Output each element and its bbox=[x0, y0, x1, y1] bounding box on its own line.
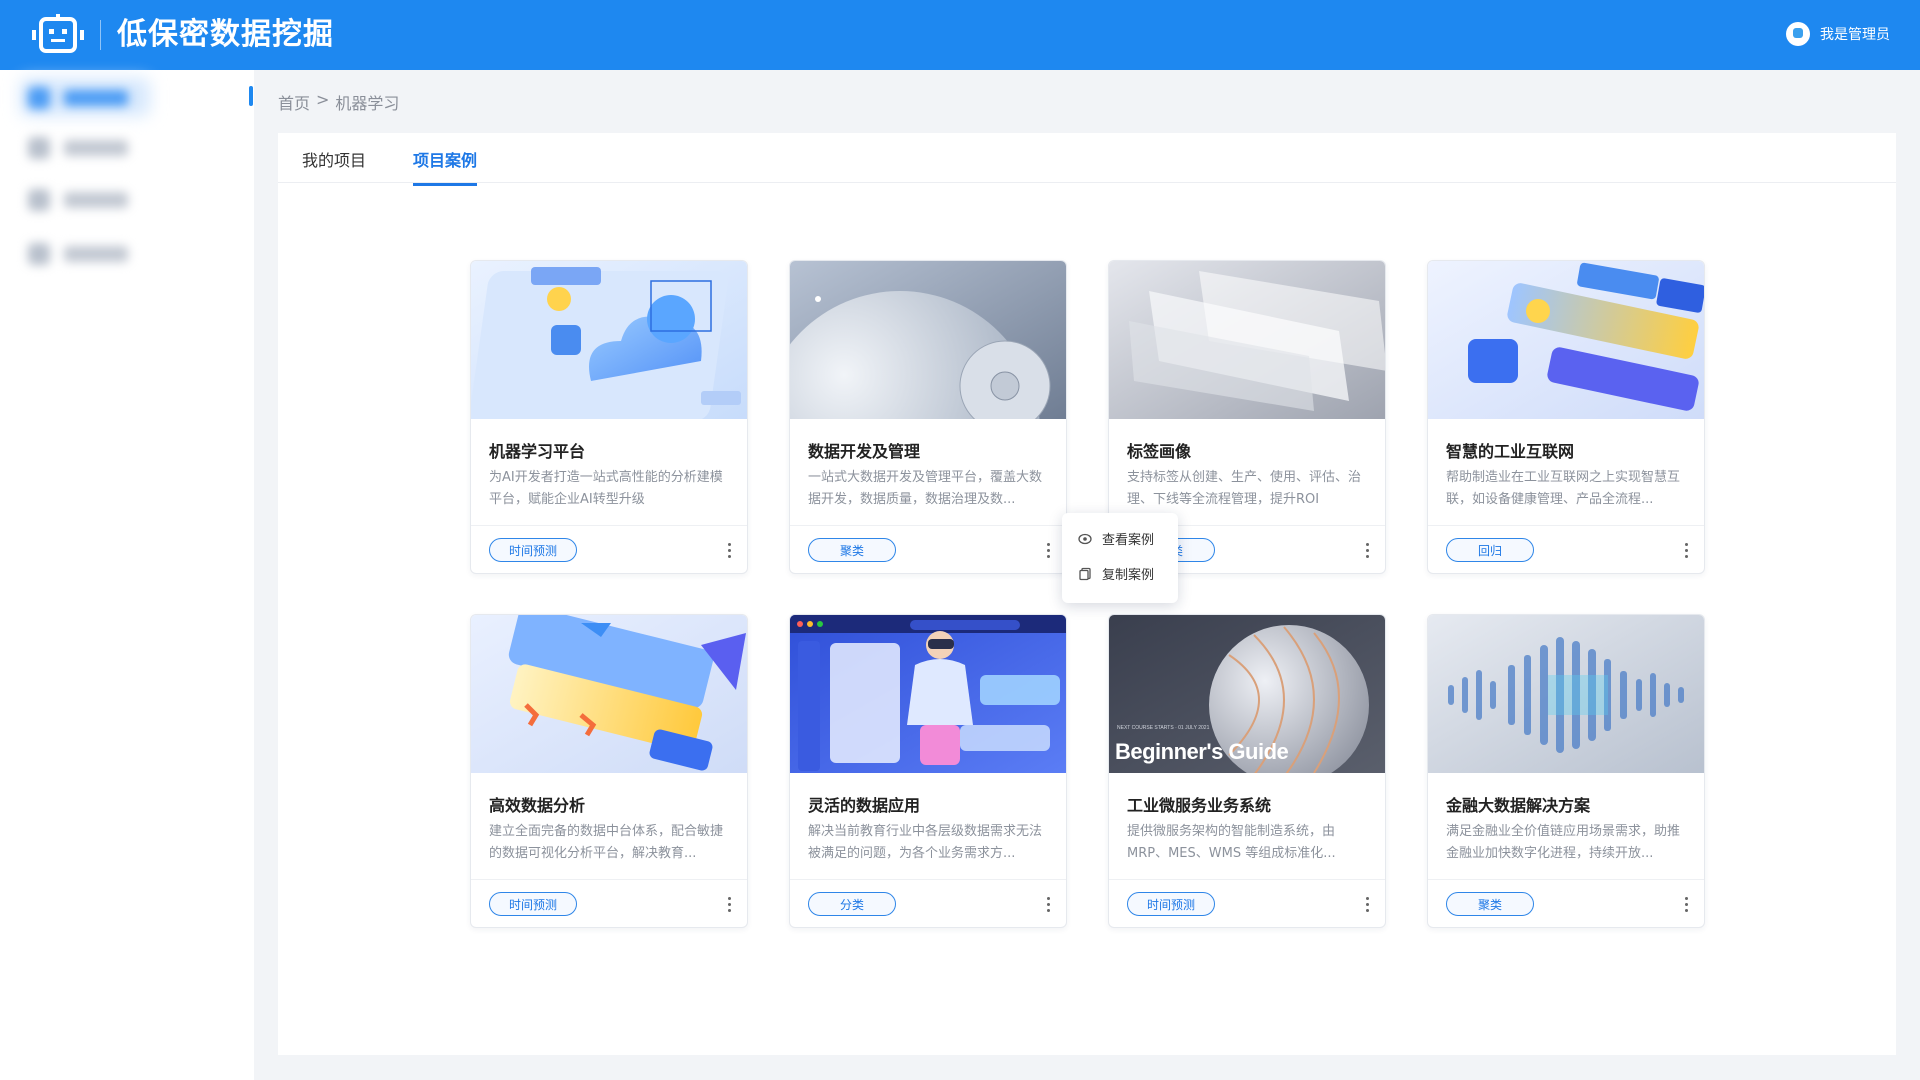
more-vertical-icon[interactable] bbox=[1680, 892, 1692, 916]
sidebar-item-3[interactable] bbox=[28, 188, 138, 212]
card-title: 标签画像 bbox=[1127, 442, 1192, 461]
card-tag: 聚类 bbox=[1446, 892, 1534, 916]
menu-item-view-case[interactable]: 查看案例 bbox=[1062, 521, 1178, 556]
breadcrumb-current: 机器学习 bbox=[335, 94, 400, 113]
more-vertical-icon[interactable] bbox=[1042, 538, 1054, 562]
sidebar-item-label bbox=[64, 246, 128, 262]
user-name[interactable]: 我是管理员 bbox=[1820, 24, 1890, 44]
card-description: 满足金融业全价值链应用场景需求，助推金融业加快数字化进程，持续开放... bbox=[1446, 824, 1681, 861]
breadcrumb-marker bbox=[249, 86, 253, 106]
robot-logo-icon bbox=[32, 14, 84, 53]
breadcrumb-separator: > bbox=[316, 90, 330, 109]
thumb-small-text: NEXT COURSE STARTS · 01 JULY 2021 bbox=[1117, 725, 1210, 731]
card-title: 机器学习平台 bbox=[489, 442, 586, 461]
card-footer: 聚类 bbox=[1428, 879, 1704, 927]
card-footer: 回归 bbox=[1428, 525, 1704, 573]
sidebar-item-1[interactable] bbox=[28, 86, 138, 110]
menu-item-label: 复制案例 bbox=[1102, 568, 1155, 583]
sidebar-item-label bbox=[64, 90, 128, 106]
music-ui-illustration-icon bbox=[1428, 261, 1704, 419]
case-card[interactable]: 灵活的数据应用 解决当前教育行业中各层级数据需求无法被满足的问题，为各个业务需求… bbox=[789, 614, 1067, 928]
user-menu[interactable]: 我是管理员 bbox=[1786, 22, 1890, 46]
app-title: 低保密数据挖掘 bbox=[117, 17, 334, 52]
copy-icon bbox=[1078, 567, 1092, 581]
top-bar: 低保密数据挖掘 我是管理员 bbox=[0, 0, 1920, 70]
more-vertical-icon[interactable] bbox=[1042, 892, 1054, 916]
card-footer: 时间预测 bbox=[471, 879, 747, 927]
case-card[interactable]: NEXT COURSE STARTS · 01 JULY 2021 Beginn… bbox=[1108, 614, 1386, 928]
card-description: 帮助制造业在工业互联网之上实现智慧互联，如设备健康管理、产品全流程... bbox=[1446, 470, 1681, 507]
more-vertical-icon[interactable] bbox=[723, 892, 735, 916]
breadcrumb: 首页 > 机器学习 bbox=[278, 90, 399, 114]
menu-item-copy-case[interactable]: 复制案例 bbox=[1062, 556, 1178, 591]
card-tag: 聚类 bbox=[808, 538, 896, 562]
case-card[interactable]: 高效数据分析 建立全面完备的数据中台体系，配合敏捷的数据可视化分析平台，解决教育… bbox=[470, 614, 748, 928]
card-description: 为AI开发者打造一站式高性能的分析建模平台，赋能企业AI转型升级 bbox=[489, 470, 723, 507]
card-tag: 时间预测 bbox=[489, 892, 577, 916]
eye-icon bbox=[1078, 532, 1092, 546]
case-card[interactable]: 金融大数据解决方案 满足金融业全价值链应用场景需求，助推金融业加快数字化进程，持… bbox=[1427, 614, 1705, 928]
card-description: 支持标签从创建、生产、使用、评估、治理、下线等全流程管理，提升ROI bbox=[1127, 470, 1362, 507]
glass-panels-illustration-icon bbox=[1109, 261, 1385, 419]
tab-bar: 我的项目 项目案例 bbox=[278, 133, 1896, 186]
tab-project-cases[interactable]: 项目案例 bbox=[413, 147, 478, 186]
vr-person-illustration-icon bbox=[790, 615, 1066, 773]
case-card[interactable]: 数据开发及管理 一站式大数据开发及管理平台，覆盖大数据开发，数据质量，数据治理及… bbox=[789, 260, 1067, 574]
tab-my-projects[interactable]: 我的项目 bbox=[302, 147, 366, 171]
card-tag: 时间预测 bbox=[1127, 892, 1215, 916]
thumb-caption: Beginner's Guide bbox=[1115, 739, 1289, 764]
card-title: 智慧的工业互联网 bbox=[1446, 442, 1575, 461]
sidebar-item-icon bbox=[28, 137, 50, 159]
card-title: 高效数据分析 bbox=[489, 796, 586, 815]
sidebar-item-icon bbox=[28, 189, 50, 211]
case-card[interactable]: 机器学习平台 为AI开发者打造一站式高性能的分析建模平台，赋能企业AI转型升级 … bbox=[470, 260, 748, 574]
card-title: 工业微服务业务系统 bbox=[1127, 796, 1272, 815]
avatar[interactable] bbox=[1786, 22, 1810, 46]
sidebar-item-icon bbox=[28, 243, 50, 265]
more-vertical-icon[interactable] bbox=[1361, 538, 1373, 562]
sidebar-item-icon bbox=[28, 87, 50, 109]
card-tag: 分类 bbox=[808, 892, 896, 916]
card-description: 一站式大数据开发及管理平台，覆盖大数据开发，数据质量，数据治理及数... bbox=[808, 470, 1043, 507]
more-vertical-icon[interactable] bbox=[723, 538, 735, 562]
menu-item-label: 查看案例 bbox=[1102, 533, 1155, 548]
analytics-illustration-icon bbox=[471, 615, 747, 773]
more-vertical-icon[interactable] bbox=[1361, 892, 1373, 916]
cloud-illustration-icon bbox=[471, 261, 747, 419]
card-context-menu: 查看案例 复制案例 bbox=[1062, 513, 1178, 603]
card-footer: 聚类 bbox=[790, 525, 1066, 573]
card-description: 提供微服务架构的智能制造系统，由MRP、MES、WMS 等组成标准化... bbox=[1127, 824, 1336, 861]
sidebar bbox=[0, 70, 254, 1080]
card-tag: 回归 bbox=[1446, 538, 1534, 562]
card-description: 建立全面完备的数据中台体系，配合敏捷的数据可视化分析平台，解决教育... bbox=[489, 824, 724, 861]
card-description: 解决当前教育行业中各层级数据需求无法被满足的问题，为各个业务需求方... bbox=[808, 824, 1043, 861]
sidebar-item-4[interactable] bbox=[28, 242, 138, 266]
card-title: 数据开发及管理 bbox=[808, 442, 921, 461]
card-tag: 时间预测 bbox=[489, 538, 577, 562]
more-vertical-icon[interactable] bbox=[1680, 538, 1692, 562]
breadcrumb-home[interactable]: 首页 bbox=[278, 90, 310, 114]
sidebar-item-label bbox=[64, 140, 128, 156]
card-title: 灵活的数据应用 bbox=[808, 796, 921, 815]
card-footer: 时间预测 bbox=[471, 525, 747, 573]
planet-illustration-icon bbox=[790, 261, 1066, 419]
sidebar-item-label bbox=[64, 192, 128, 208]
card-footer: 时间预测 bbox=[1109, 879, 1385, 927]
sidebar-item-2[interactable] bbox=[28, 136, 138, 160]
logo-divider bbox=[100, 20, 101, 50]
card-title: 金融大数据解决方案 bbox=[1446, 796, 1591, 815]
sphere-illustration-icon: NEXT COURSE STARTS · 01 JULY 2021 Beginn… bbox=[1109, 615, 1385, 773]
waveform-illustration-icon bbox=[1428, 615, 1704, 773]
card-footer: 分类 bbox=[790, 879, 1066, 927]
case-card[interactable]: 智慧的工业互联网 帮助制造业在工业互联网之上实现智慧互联，如设备健康管理、产品全… bbox=[1427, 260, 1705, 574]
